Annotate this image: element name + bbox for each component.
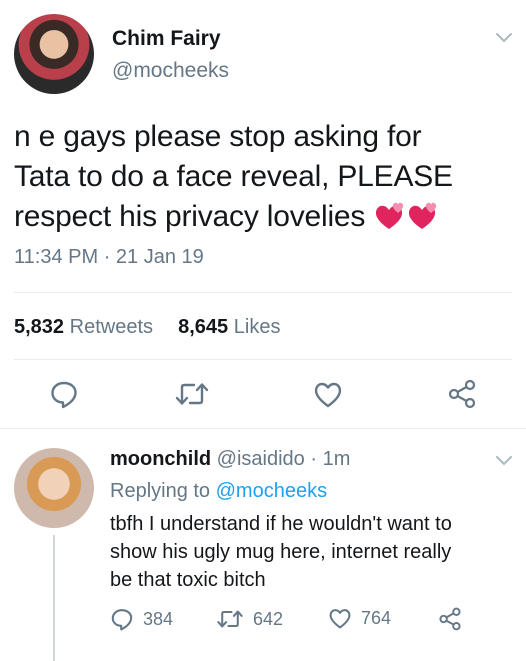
replying-to: Replying to @mocheeks: [110, 480, 327, 503]
reply-like-button[interactable]: 764: [328, 607, 391, 629]
replying-label: Replying to: [110, 480, 211, 502]
tweet-timestamp[interactable]: 11:34 PM · 21 Jan 19: [14, 246, 204, 269]
reply-retweet-button[interactable]: 642: [216, 607, 283, 631]
two-hearts-emoji: [373, 200, 439, 243]
likes-count: 8,645: [178, 316, 229, 338]
retweets-label: Retweets: [69, 316, 153, 338]
divider: [14, 359, 512, 360]
reply-share-button[interactable]: [438, 607, 471, 631]
reply-header: moonchild @isaidido · 1m: [110, 448, 350, 471]
tweet-text-segment: respect his privacy lovelies: [14, 200, 366, 233]
chevron-down-icon[interactable]: [494, 454, 514, 468]
retweets-stat[interactable]: 5,832 Retweets: [14, 316, 159, 338]
tweet-date: 21 Jan 19: [115, 246, 204, 268]
likes-stat[interactable]: 8,645 Likes: [178, 316, 280, 338]
reply-icon: [111, 609, 133, 631]
divider: [14, 292, 512, 293]
reply-likes-count: 764: [361, 607, 392, 628]
reply-icon: [51, 381, 77, 409]
reply-button[interactable]: [46, 378, 82, 410]
reply-age[interactable]: 1m: [323, 448, 351, 470]
reply-reply-button[interactable]: 384: [110, 607, 173, 631]
avatar[interactable]: [14, 14, 94, 94]
separator-dot: ·: [103, 246, 116, 268]
like-button[interactable]: [310, 378, 346, 410]
like-icon: [314, 382, 342, 408]
tweet-text-line: n e gays please stop asking for: [14, 120, 422, 153]
tweet-text-line: respect his privacy lovelies: [14, 197, 514, 243]
reply-text-line: show his ugly mug here, internet really: [110, 541, 452, 563]
separator-dot: ·: [310, 448, 318, 470]
author-name[interactable]: Chim Fairy: [112, 27, 221, 51]
retweet-icon: [175, 383, 209, 405]
reply-author-handle[interactable]: @isaidido: [217, 448, 305, 470]
likes-label: Likes: [233, 316, 281, 338]
reply-text: tbfh I understand if he wouldn't want to…: [110, 510, 505, 594]
tweet-time: 11:34 PM: [14, 246, 99, 268]
avatar[interactable]: [14, 448, 94, 528]
replying-handle-link[interactable]: @mocheeks: [216, 480, 327, 502]
share-icon: [439, 607, 461, 631]
reply-replies-count: 384: [143, 608, 174, 629]
reply-text-line: be that toxic bitch: [110, 569, 266, 591]
like-icon: [329, 609, 351, 629]
tweet-text-line: Tata to do a face reveal, PLEASE: [14, 160, 453, 193]
share-icon: [448, 379, 476, 409]
retweets-count: 5,832: [14, 316, 65, 338]
author-handle[interactable]: @mocheeks: [112, 59, 229, 83]
retweet-icon: [217, 610, 243, 628]
thread-line: [53, 535, 55, 661]
share-button[interactable]: [444, 377, 480, 411]
reply-author-name[interactable]: moonchild: [110, 448, 211, 470]
reply-text-line: tbfh I understand if he wouldn't want to: [110, 513, 452, 535]
divider: [0, 428, 526, 429]
tweet-stats: 5,832 Retweets 8,645 Likes: [14, 316, 280, 339]
retweet-button[interactable]: [172, 378, 212, 410]
chevron-down-icon[interactable]: [494, 31, 514, 45]
reply-retweets-count: 642: [253, 608, 284, 629]
tweet-text: n e gays please stop asking for Tata to …: [14, 117, 514, 243]
